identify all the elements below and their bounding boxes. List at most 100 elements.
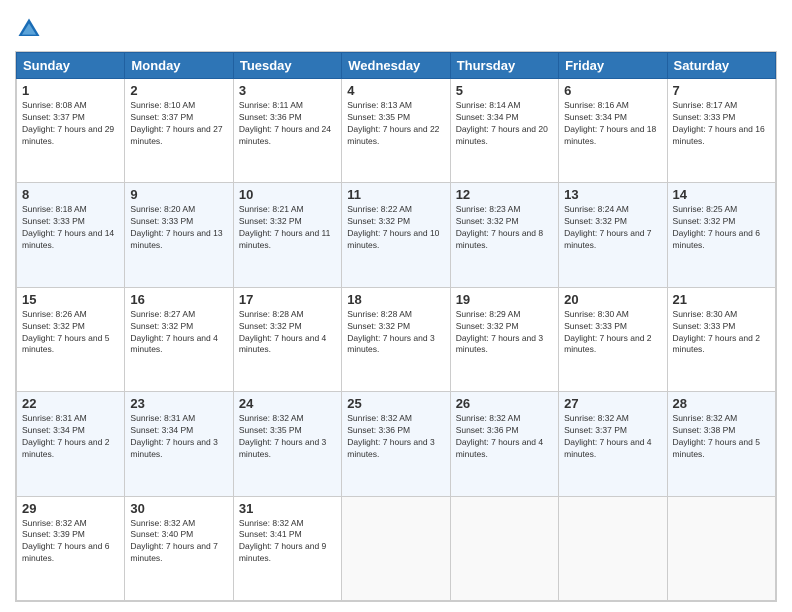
calendar-cell: 26 Sunrise: 8:32 AMSunset: 3:36 PMDayligh… [450, 392, 558, 496]
calendar-cell: 5Sunrise: 8:14 AMSunset: 3:34 PMDaylight… [450, 79, 558, 183]
calendar-cell [342, 496, 450, 600]
day-number: 11 [347, 187, 444, 202]
day-number: 21 [673, 292, 770, 307]
day-number: 30 [130, 501, 227, 516]
day-number: 9 [130, 187, 227, 202]
calendar: SundayMondayTuesdayWednesdayThursdayFrid… [15, 51, 777, 602]
day-info: Sunrise: 8:26 AMSunset: 3:32 PMDaylight:… [22, 309, 119, 357]
day-info: Sunrise: 8:32 AMSunset: 3:36 PMDaylight:… [456, 413, 553, 461]
day-number: 8 [22, 187, 119, 202]
calendar-cell: 7 Sunrise: 8:17 AMSunset: 3:33 PMDaylight… [667, 79, 775, 183]
day-number: 26 [456, 396, 553, 411]
day-number: 23 [130, 396, 227, 411]
header-cell-wednesday: Wednesday [342, 53, 450, 79]
day-info: Sunrise: 8:21 AMSunset: 3:32 PMDaylight:… [239, 204, 336, 252]
day-number: 18 [347, 292, 444, 307]
calendar-cell: 11 Sunrise: 8:22 AMSunset: 3:32 PMDayligh… [342, 183, 450, 287]
day-info: Sunrise: 8:17 AMSunset: 3:33 PMDaylight:… [673, 100, 770, 148]
calendar-cell: 22Sunrise: 8:31 AMSunset: 3:34 PMDayligh… [17, 392, 125, 496]
day-number: 31 [239, 501, 336, 516]
day-number: 29 [22, 501, 119, 516]
calendar-row: 22 Sunrise: 8:31 AMSunset: 3:34 PMDayligh… [17, 392, 776, 496]
day-info: Sunrise: 8:25 AMSunset: 3:32 PMDaylight:… [673, 204, 770, 252]
calendar-cell: 9 Sunrise: 8:20 AMSunset: 3:33 PMDaylight… [125, 183, 233, 287]
day-info: Sunrise: 8:28 AMSunset: 3:32 PMDaylight:… [239, 309, 336, 357]
calendar-cell: 27 Sunrise: 8:32 AMSunset: 3:37 PMDayligh… [559, 392, 667, 496]
day-number: 14 [673, 187, 770, 202]
day-number: 20 [564, 292, 661, 307]
day-number: 13 [564, 187, 661, 202]
day-number: 24 [239, 396, 336, 411]
day-info: Sunrise: 8:22 AMSunset: 3:32 PMDaylight:… [347, 204, 444, 252]
day-number: 25 [347, 396, 444, 411]
day-info: Sunrise: 8:32 AMSunset: 3:35 PMDaylight:… [239, 413, 336, 461]
header [15, 15, 777, 43]
day-info: Sunrise: 8:11 AMSunset: 3:36 PMDaylight:… [239, 100, 336, 148]
calendar-cell: 31Sunrise: 8:32 AMSunset: 3:41 PMDayligh… [233, 496, 341, 600]
calendar-cell: 12 Sunrise: 8:23 AMSunset: 3:32 PMDayligh… [450, 183, 558, 287]
page: SundayMondayTuesdayWednesdayThursdayFrid… [0, 0, 792, 612]
calendar-cell [450, 496, 558, 600]
calendar-cell: 23 Sunrise: 8:31 AMSunset: 3:34 PMDayligh… [125, 392, 233, 496]
calendar-cell: 21Sunrise: 8:30 AMSunset: 3:33 PMDayligh… [667, 287, 775, 391]
day-info: Sunrise: 8:30 AMSunset: 3:33 PMDaylight:… [564, 309, 661, 357]
calendar-cell: 10 Sunrise: 8:21 AMSunset: 3:32 PMDayligh… [233, 183, 341, 287]
calendar-cell: 29 Sunrise: 8:32 AMSunset: 3:39 PMDayligh… [17, 496, 125, 600]
day-number: 7 [673, 83, 770, 98]
day-info: Sunrise: 8:32 AMSunset: 3:37 PMDaylight:… [564, 413, 661, 461]
day-info: Sunrise: 8:32 AMSunset: 3:40 PMDaylight:… [130, 518, 227, 566]
header-cell-monday: Monday [125, 53, 233, 79]
header-cell-saturday: Saturday [667, 53, 775, 79]
day-number: 2 [130, 83, 227, 98]
calendar-cell: 24 Sunrise: 8:32 AMSunset: 3:35 PMDayligh… [233, 392, 341, 496]
day-number: 3 [239, 83, 336, 98]
logo-icon [15, 15, 43, 43]
day-number: 16 [130, 292, 227, 307]
day-info: Sunrise: 8:27 AMSunset: 3:32 PMDaylight:… [130, 309, 227, 357]
calendar-cell: 14 Sunrise: 8:25 AMSunset: 3:32 PMDayligh… [667, 183, 775, 287]
day-info: Sunrise: 8:18 AMSunset: 3:33 PMDaylight:… [22, 204, 119, 252]
calendar-cell: 18 Sunrise: 8:28 AMSunset: 3:32 PMDayligh… [342, 287, 450, 391]
calendar-row: 29 Sunrise: 8:32 AMSunset: 3:39 PMDayligh… [17, 496, 776, 600]
day-info: Sunrise: 8:20 AMSunset: 3:33 PMDaylight:… [130, 204, 227, 252]
calendar-cell: 1Sunrise: 8:08 AMSunset: 3:37 PMDaylight… [17, 79, 125, 183]
header-cell-thursday: Thursday [450, 53, 558, 79]
calendar-cell: 6Sunrise: 8:16 AMSunset: 3:34 PMDaylight… [559, 79, 667, 183]
day-number: 12 [456, 187, 553, 202]
day-info: Sunrise: 8:29 AMSunset: 3:32 PMDaylight:… [456, 309, 553, 357]
calendar-table: SundayMondayTuesdayWednesdayThursdayFrid… [16, 52, 776, 601]
day-number: 17 [239, 292, 336, 307]
day-info: Sunrise: 8:32 AMSunset: 3:39 PMDaylight:… [22, 518, 119, 566]
day-info: Sunrise: 8:13 AMSunset: 3:35 PMDaylight:… [347, 100, 444, 148]
logo [15, 15, 47, 43]
calendar-body: 1Sunrise: 8:08 AMSunset: 3:37 PMDaylight… [17, 79, 776, 601]
day-number: 15 [22, 292, 119, 307]
calendar-cell [559, 496, 667, 600]
day-info: Sunrise: 8:10 AMSunset: 3:37 PMDaylight:… [130, 100, 227, 148]
calendar-header: SundayMondayTuesdayWednesdayThursdayFrid… [17, 53, 776, 79]
day-number: 10 [239, 187, 336, 202]
calendar-row: 15 Sunrise: 8:26 AMSunset: 3:32 PMDayligh… [17, 287, 776, 391]
day-info: Sunrise: 8:31 AMSunset: 3:34 PMDaylight:… [130, 413, 227, 461]
calendar-cell: 3 Sunrise: 8:11 AMSunset: 3:36 PMDaylight… [233, 79, 341, 183]
calendar-row: 8 Sunrise: 8:18 AMSunset: 3:33 PMDaylight… [17, 183, 776, 287]
header-cell-tuesday: Tuesday [233, 53, 341, 79]
header-cell-friday: Friday [559, 53, 667, 79]
calendar-cell: 16 Sunrise: 8:27 AMSunset: 3:32 PMDayligh… [125, 287, 233, 391]
calendar-cell: 28Sunrise: 8:32 AMSunset: 3:38 PMDayligh… [667, 392, 775, 496]
calendar-cell [667, 496, 775, 600]
day-info: Sunrise: 8:16 AMSunset: 3:34 PMDaylight:… [564, 100, 661, 148]
header-row: SundayMondayTuesdayWednesdayThursdayFrid… [17, 53, 776, 79]
day-info: Sunrise: 8:28 AMSunset: 3:32 PMDaylight:… [347, 309, 444, 357]
day-number: 4 [347, 83, 444, 98]
day-info: Sunrise: 8:32 AMSunset: 3:36 PMDaylight:… [347, 413, 444, 461]
day-number: 22 [22, 396, 119, 411]
calendar-cell: 13Sunrise: 8:24 AMSunset: 3:32 PMDayligh… [559, 183, 667, 287]
calendar-cell: 25 Sunrise: 8:32 AMSunset: 3:36 PMDayligh… [342, 392, 450, 496]
day-number: 27 [564, 396, 661, 411]
calendar-cell: 17 Sunrise: 8:28 AMSunset: 3:32 PMDayligh… [233, 287, 341, 391]
day-number: 28 [673, 396, 770, 411]
day-info: Sunrise: 8:23 AMSunset: 3:32 PMDaylight:… [456, 204, 553, 252]
day-number: 19 [456, 292, 553, 307]
calendar-cell: 4 Sunrise: 8:13 AMSunset: 3:35 PMDaylight… [342, 79, 450, 183]
